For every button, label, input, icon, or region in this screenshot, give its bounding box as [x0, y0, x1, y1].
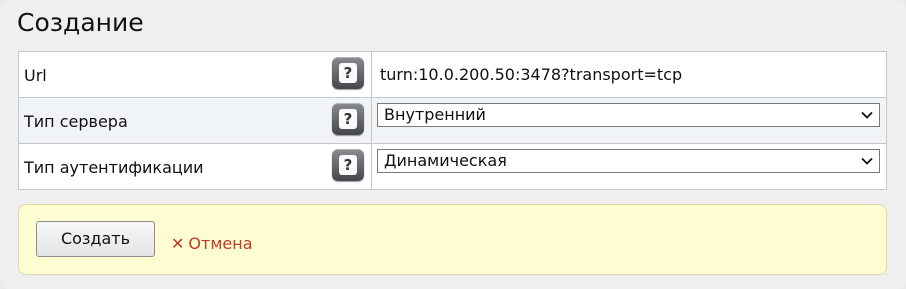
help-button[interactable]: ?	[332, 57, 364, 89]
chevron-down-icon	[861, 157, 873, 165]
question-icon: ?	[339, 109, 357, 129]
question-icon: ?	[339, 63, 357, 83]
create-button[interactable]: Создать	[36, 221, 155, 257]
url-label: Url	[24, 66, 47, 85]
form-row-url: Url ? turn:10.0.200.50:3478?transport=tc…	[18, 51, 887, 98]
form-row-auth-type: Тип аутентификации ? Динамическая	[18, 143, 887, 190]
auth-type-value: Динамическая	[384, 151, 507, 170]
close-icon: ✕	[171, 234, 185, 253]
actions-bar: Создать ✕ Отмена	[18, 204, 887, 275]
auth-type-select[interactable]: Динамическая	[377, 149, 880, 173]
server-type-select[interactable]: Внутренний	[377, 103, 880, 127]
url-value[interactable]: turn:10.0.200.50:3478?transport=tcp	[380, 65, 682, 84]
settings-form: Url ? turn:10.0.200.50:3478?transport=tc…	[18, 51, 887, 190]
question-icon: ?	[339, 155, 357, 175]
page-title: Создание	[17, 8, 144, 37]
form-row-server-type: Тип сервера ? Внутренний	[18, 97, 887, 144]
server-type-value: Внутренний	[384, 105, 486, 124]
auth-type-label: Тип аутентификации	[24, 158, 204, 177]
cancel-label: Отмена	[188, 234, 253, 253]
chevron-down-icon	[861, 111, 873, 119]
help-button[interactable]: ?	[332, 149, 364, 181]
server-type-label: Тип сервера	[24, 112, 128, 131]
create-panel: Создание Url ? turn:10.0.200.50:3478?tra…	[0, 0, 906, 289]
help-button[interactable]: ?	[332, 103, 364, 135]
cancel-link[interactable]: ✕ Отмена	[171, 234, 253, 253]
